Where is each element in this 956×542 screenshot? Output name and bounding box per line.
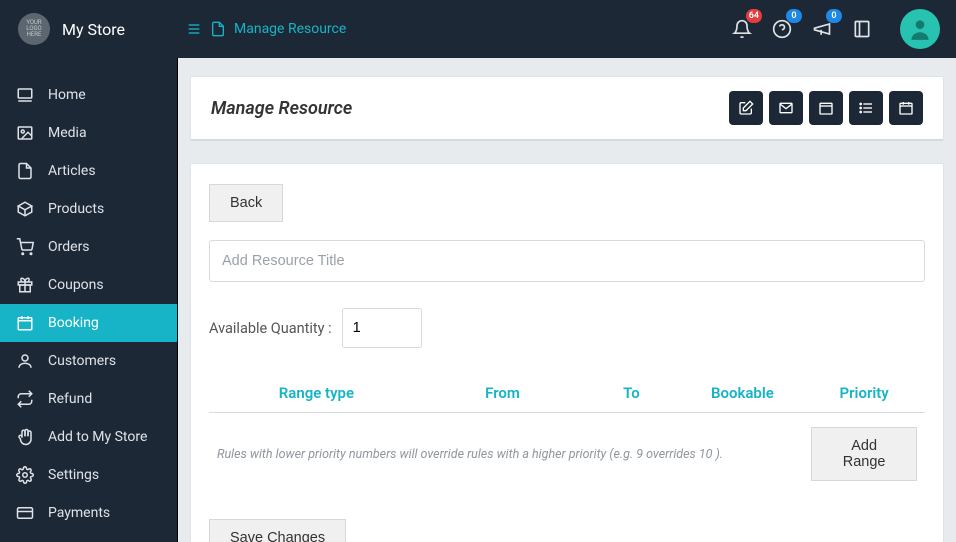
edit-icon bbox=[738, 100, 754, 116]
col-range-type: Range type bbox=[209, 374, 424, 413]
calendar-day-button[interactable] bbox=[809, 91, 843, 125]
schedule-button[interactable] bbox=[889, 91, 923, 125]
page-actions bbox=[729, 91, 923, 125]
gear-icon bbox=[16, 466, 34, 484]
topbar: YOUR LOGO HERE My Store Manage Resource … bbox=[0, 0, 956, 58]
sidebar-item-label: Add to My Store bbox=[48, 429, 147, 445]
cart-icon bbox=[16, 238, 34, 256]
sidebar-item-label: Media bbox=[48, 125, 87, 141]
user-icon bbox=[907, 16, 933, 42]
box-icon bbox=[16, 200, 34, 218]
sidebar-item-customers[interactable]: Customers bbox=[0, 342, 177, 380]
sidebar-item-label: Home bbox=[48, 87, 86, 103]
card-icon bbox=[16, 504, 34, 522]
page-title: Manage Resource bbox=[211, 98, 352, 119]
menu-icon bbox=[186, 21, 202, 37]
sidebar-item-coupons[interactable]: Coupons bbox=[0, 266, 177, 304]
brand[interactable]: YOUR LOGO HERE My Store bbox=[0, 0, 178, 58]
sidebar-item-orders[interactable]: Orders bbox=[0, 228, 177, 266]
resource-title-input[interactable] bbox=[209, 240, 925, 282]
brand-name: My Store bbox=[62, 20, 125, 39]
sidebar-item-label: Refund bbox=[48, 391, 92, 407]
form-panel: Back Available Quantity : Range type Fro… bbox=[190, 163, 944, 542]
col-to: To bbox=[581, 374, 681, 413]
col-priority: Priority bbox=[803, 374, 925, 413]
monitor-icon bbox=[16, 86, 34, 104]
page-header: Manage Resource bbox=[190, 76, 944, 141]
top-actions: 64 0 0 bbox=[732, 9, 956, 49]
email-button[interactable] bbox=[769, 91, 803, 125]
help-badge: 0 bbox=[786, 9, 802, 23]
hand-icon bbox=[16, 428, 34, 446]
announcements-button[interactable]: 0 bbox=[812, 19, 832, 39]
priority-hint: Rules with lower priority numbers will o… bbox=[217, 447, 723, 462]
help-button[interactable]: 0 bbox=[772, 19, 792, 39]
sidebar-item-settings[interactable]: Settings bbox=[0, 456, 177, 494]
sidebar-item-refund[interactable]: Refund bbox=[0, 380, 177, 418]
breadcrumb-title: Manage Resource bbox=[234, 21, 346, 37]
quantity-input[interactable] bbox=[342, 308, 422, 348]
sidebar-item-label: Orders bbox=[48, 239, 90, 255]
quantity-label: Available Quantity : bbox=[209, 320, 332, 337]
file-icon bbox=[16, 162, 34, 180]
sidebar-item-payments[interactable]: Payments bbox=[0, 494, 177, 532]
sidebar-item-label: Articles bbox=[48, 163, 96, 179]
repeat-icon bbox=[16, 390, 34, 408]
col-bookable: Bookable bbox=[682, 374, 804, 413]
breadcrumb[interactable]: Manage Resource bbox=[178, 21, 346, 37]
calendar-check-icon bbox=[898, 100, 914, 116]
quantity-row: Available Quantity : bbox=[209, 308, 925, 348]
main-content: Manage Resource Back bbox=[178, 58, 956, 542]
announce-badge: 0 bbox=[826, 9, 842, 23]
gift-icon bbox=[16, 276, 34, 294]
user-icon bbox=[16, 352, 34, 370]
sidebar-item-home[interactable]: Home bbox=[0, 76, 177, 114]
sidebar-item-add-to-store[interactable]: Add to My Store bbox=[0, 418, 177, 456]
sidebar-item-articles[interactable]: Articles bbox=[0, 152, 177, 190]
mail-icon bbox=[778, 100, 794, 116]
bell-badge: 64 bbox=[746, 9, 762, 23]
edit-button[interactable] bbox=[729, 91, 763, 125]
sidebar-item-products[interactable]: Products bbox=[0, 190, 177, 228]
list-view-button[interactable] bbox=[849, 91, 883, 125]
image-icon bbox=[16, 124, 34, 142]
sidebar-item-label: Products bbox=[48, 201, 104, 217]
calendar-icon bbox=[16, 314, 34, 332]
file-icon bbox=[210, 21, 226, 37]
calendar-icon bbox=[818, 100, 834, 116]
avatar[interactable] bbox=[900, 9, 940, 49]
library-button[interactable] bbox=[852, 19, 872, 39]
sidebar-item-label: Booking bbox=[48, 315, 99, 331]
back-button[interactable]: Back bbox=[209, 184, 283, 222]
list-icon bbox=[858, 100, 874, 116]
notifications-bell[interactable]: 64 bbox=[732, 19, 752, 39]
add-range-button[interactable]: Add Range bbox=[811, 427, 917, 481]
book-icon bbox=[852, 19, 872, 39]
col-from: From bbox=[424, 374, 582, 413]
sidebar-item-label: Coupons bbox=[48, 277, 104, 293]
sidebar: Home Media Articles Products Orders Coup… bbox=[0, 58, 178, 542]
save-button[interactable]: Save Changes bbox=[209, 519, 346, 542]
sidebar-item-label: Payments bbox=[48, 505, 110, 521]
sidebar-item-label: Settings bbox=[48, 467, 99, 483]
brand-logo-text: YOUR LOGO HERE bbox=[26, 20, 41, 38]
sidebar-item-label: Customers bbox=[48, 353, 116, 369]
availability-table: Range type From To Bookable Priority Rul… bbox=[209, 374, 925, 495]
sidebar-item-media[interactable]: Media bbox=[0, 114, 177, 152]
brand-logo: YOUR LOGO HERE bbox=[18, 13, 50, 45]
sidebar-item-booking[interactable]: Booking bbox=[0, 304, 177, 342]
